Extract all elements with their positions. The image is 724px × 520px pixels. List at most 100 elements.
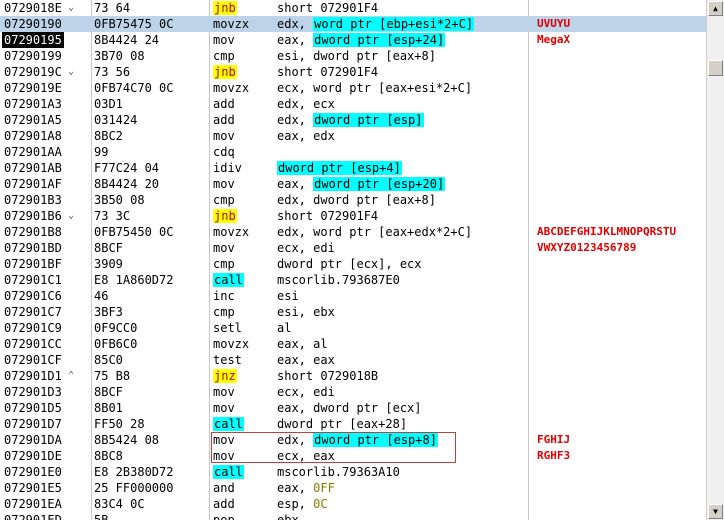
jump-arrow-icon: ⌄ <box>68 210 75 221</box>
disasm-row[interactable]: 072901CC 0FB6C0 movzx eax, al <box>0 336 706 352</box>
disasm-row[interactable]: 07290195 8B4424 24 mov eax, dword ptr [esp+… <box>0 32 706 48</box>
operands-cell: short 072901F4 <box>277 0 378 16</box>
address-cell: 072901B6 <box>4 209 62 223</box>
hex-bytes-cell: 25 FF000000 <box>94 481 174 495</box>
operands-cell: eax, edx <box>277 128 335 144</box>
operand-segment: esp, <box>277 497 314 511</box>
disasm-row[interactable]: 072901D3 8BCF mov ecx, edi <box>0 384 706 400</box>
hex-bytes-cell: 8B4424 20 <box>94 177 160 191</box>
disasm-row[interactable]: 072901AB F77C24 04 idiv dword ptr [esp+4] <box>0 160 706 176</box>
mnemonic-cell: setl <box>213 320 242 336</box>
operands-cell: eax, dword ptr [esp+20] <box>277 176 446 192</box>
disasm-row[interactable]: 0729018E ⌄ 73 64 jnb short 072901F4 <box>0 0 706 16</box>
operand-segment: eax, <box>277 481 314 495</box>
scroll-down-icon[interactable]: ▼ <box>708 504 723 519</box>
disasm-row[interactable]: 07290190 0FB75475 0C movzx edx, word ptr [e… <box>0 16 706 32</box>
mnemonic-cell: call <box>213 272 244 288</box>
address-cell: 072901D7 <box>4 417 62 431</box>
hex-bytes-cell: 8BCF <box>94 241 123 255</box>
disasm-row[interactable]: 072901BF 3909 cmp dword ptr [ecx], ecx <box>0 256 706 272</box>
disasm-row[interactable]: 072901AF 8B4424 20 mov eax, dword ptr [esp+… <box>0 176 706 192</box>
disasm-row[interactable]: 072901C6 46 inc esi <box>0 288 706 304</box>
scroll-up-icon[interactable]: ▲ <box>708 1 723 16</box>
disasm-row[interactable]: 0729019C ⌄ 73 56 jnb short 072901F4 <box>0 64 706 80</box>
hex-bytes-cell: E8 1A860D72 <box>94 273 174 287</box>
operands-cell: mscorlib.793687E0 <box>277 272 400 288</box>
operand-segment: dword ptr [ecx], ecx <box>277 257 422 271</box>
operands-cell: edx, word ptr [eax+edx*2+C] <box>277 224 472 240</box>
mnemonic-text: call <box>213 273 244 287</box>
hex-bytes-cell: 0FB75475 0C <box>94 17 174 31</box>
mnemonic-cell: add <box>213 112 235 128</box>
operand-segment: ecx, edi <box>277 385 335 399</box>
operands-cell: eax, 0FF <box>277 480 335 496</box>
disasm-row[interactable]: 072901BD 8BCF mov ecx, edi VWXYZ0123456789 <box>0 240 706 256</box>
scroll-thumb[interactable] <box>708 60 723 76</box>
disasm-row[interactable]: 0729019E 0FB74C70 0C movzx ecx, word ptr [e… <box>0 80 706 96</box>
hex-bytes-cell: FF50 28 <box>94 417 145 431</box>
operands-cell: ecx, word ptr [eax+esi*2+C] <box>277 80 472 96</box>
mnemonic-cell: jnb <box>213 208 237 224</box>
disasm-row[interactable]: 072901B8 0FB75450 0C movzx edx, word ptr [e… <box>0 224 706 240</box>
disasm-row[interactable]: 072901ED 5B pop ebx <box>0 512 706 520</box>
disasm-row[interactable]: 072901CF 85C0 test eax, eax <box>0 352 706 368</box>
mnemonic-text: idiv <box>213 161 242 175</box>
disasm-row[interactable]: 072901E0 E8 2B380D72 call mscorlib.79363A10 <box>0 464 706 480</box>
operand-segment: edx, <box>277 113 314 127</box>
operands-cell: ecx, edi <box>277 240 335 256</box>
hex-bytes-cell: 0F9CC0 <box>94 321 138 335</box>
hex-bytes-cell: 8B5424 08 <box>94 433 160 447</box>
mnemonic-text: call <box>213 465 244 479</box>
disasm-row[interactable]: 072901D1 ⌃ 75 B8 jnz short 0729018B <box>0 368 706 384</box>
mnemonic-text: cmp <box>213 49 235 63</box>
disasm-row[interactable]: 072901C1 E8 1A860D72 call mscorlib.793687E0 <box>0 272 706 288</box>
address-cell: 07290195 <box>2 32 64 48</box>
comment-cell: FGHIJ <box>537 433 571 446</box>
address-cell: 072901BD <box>4 241 62 255</box>
address-cell: 072901A5 <box>4 113 62 127</box>
disasm-row[interactable]: 072901E5 25 FF000000 and eax, 0FF <box>0 480 706 496</box>
annotation-box <box>211 432 456 463</box>
operands-cell: mscorlib.79363A10 <box>277 464 400 480</box>
mnemonic-text: call <box>213 417 244 431</box>
address-cell: 072901CC <box>4 337 62 351</box>
hex-bytes-cell: 5B <box>94 513 109 520</box>
mnemonic-cell: add <box>213 496 235 512</box>
mnemonic-text: movzx <box>213 225 250 239</box>
disasm-row[interactable]: 072901AA 99 cdq <box>0 144 706 160</box>
disasm-row[interactable]: 072901A3 03D1 add edx, ecx <box>0 96 706 112</box>
disasm-row[interactable]: 072901C7 3BF3 cmp esi, ebx <box>0 304 706 320</box>
mnemonic-cell: jnb <box>213 0 237 16</box>
address-cell: 072901DA <box>4 433 62 447</box>
mnemonic-cell: jnb <box>213 64 237 80</box>
disasm-row[interactable]: 072901A5 031424 add edx, dword ptr [esp] <box>0 112 706 128</box>
mnemonic-cell: movzx <box>213 80 249 96</box>
disasm-row[interactable]: 072901D7 FF50 28 call dword ptr [eax+28] <box>0 416 706 432</box>
disasm-row[interactable]: 072901B3 3B50 08 cmp edx, dword ptr [eax+8] <box>0 192 706 208</box>
jump-arrow-icon: ⌃ <box>68 370 75 381</box>
vertical-scrollbar[interactable]: ▲ ▼ <box>706 0 724 520</box>
mnemonic-cell: movzx <box>213 336 249 352</box>
disasm-row[interactable]: 072901C9 0F9CC0 setl al <box>0 320 706 336</box>
hex-bytes-cell: E8 2B380D72 <box>94 465 174 479</box>
disasm-row[interactable]: 072901A8 8BC2 mov eax, edx <box>0 128 706 144</box>
mnemonic-cell: test <box>213 352 242 368</box>
operand-segment: eax, edx <box>277 129 335 143</box>
operands-cell: esi, ebx <box>277 304 335 320</box>
operand-segment: eax, dword ptr [ecx] <box>277 401 422 415</box>
address-cell: 072901C1 <box>4 273 62 287</box>
hex-bytes-cell: 3B50 08 <box>94 193 145 207</box>
disasm-row[interactable]: 072901EA 83C4 0C add esp, 0C <box>0 496 706 512</box>
mnemonic-cell: cmp <box>213 256 235 272</box>
mnemonic-cell: movzx <box>213 224 249 240</box>
hex-bytes-cell: 03D1 <box>94 97 123 111</box>
disasm-row[interactable]: 072901D5 8B01 mov eax, dword ptr [ecx] <box>0 400 706 416</box>
comment-cell: MegaX <box>537 33 571 46</box>
disasm-row[interactable]: 072901B6 ⌄ 73 3C jnb short 072901F4 <box>0 208 706 224</box>
operands-cell: short 072901F4 <box>277 64 378 80</box>
disasm-row[interactable]: 07290199 3B70 08 cmp esi, dword ptr [eax+8] <box>0 48 706 64</box>
mnemonic-cell: call <box>213 416 244 432</box>
hex-bytes-cell: 0FB74C70 0C <box>94 81 174 95</box>
address-cell: 072901EA <box>4 497 62 511</box>
mnemonic-text: movzx <box>213 81 250 95</box>
